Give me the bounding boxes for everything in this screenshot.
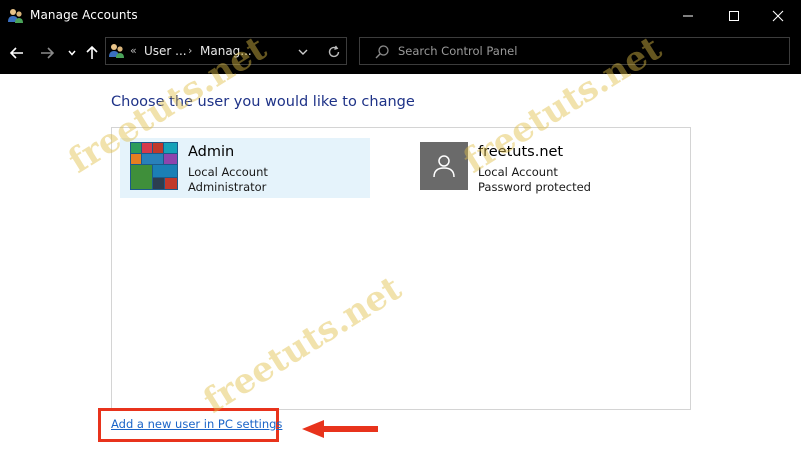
freetuts-account-picture	[420, 142, 468, 190]
minimize-icon	[683, 15, 693, 17]
account-role: Administrator	[188, 180, 267, 194]
page-heading: Choose the user you would like to change	[111, 94, 415, 110]
back-arrow-icon	[9, 47, 23, 59]
account-type: Local Account	[478, 165, 558, 179]
minimize-button[interactable]	[665, 0, 711, 32]
account-name: Admin	[188, 144, 235, 160]
account-status: Password protected	[478, 180, 591, 194]
breadcrumb-separator[interactable]: ›	[188, 44, 192, 57]
window-title: Manage Accounts	[30, 8, 138, 22]
search-icon	[375, 45, 389, 59]
back-button[interactable]	[8, 44, 26, 62]
title-bar: Manage Accounts	[0, 0, 801, 32]
breadcrumb-manage-accounts[interactable]: Manag...	[200, 44, 252, 58]
users-app-icon	[109, 44, 124, 58]
add-user-link[interactable]: Add a new user in PC settings	[111, 417, 282, 431]
users-app-icon	[8, 9, 23, 23]
chevron-down-icon[interactable]	[296, 45, 310, 59]
recent-locations-button[interactable]	[63, 44, 81, 62]
chevron-down-icon	[68, 50, 76, 56]
account-name: freetuts.net	[478, 144, 564, 160]
up-arrow-icon	[86, 45, 98, 59]
account-tile-admin[interactable]: Admin Local Account Administrator	[120, 138, 370, 198]
maximize-icon	[729, 11, 739, 21]
maximize-button[interactable]	[711, 0, 757, 32]
up-button[interactable]	[83, 44, 101, 62]
forward-button[interactable]	[38, 44, 56, 62]
account-tile-freetuts[interactable]: freetuts.net Local Account Password prot…	[420, 142, 680, 202]
close-icon	[772, 10, 784, 22]
forward-arrow-icon	[41, 47, 55, 59]
refresh-icon[interactable]	[326, 44, 342, 60]
account-type: Local Account	[188, 165, 268, 179]
user-avatar-icon	[433, 155, 455, 178]
admin-account-picture	[130, 142, 178, 190]
red-arrow-icon	[302, 420, 378, 438]
close-button[interactable]	[755, 0, 801, 32]
search-input[interactable]	[398, 41, 778, 61]
address-bar[interactable]: « User ... › Manag...	[105, 37, 347, 65]
search-box[interactable]	[359, 37, 790, 65]
breadcrumb-user-accounts[interactable]: User ...	[144, 44, 187, 58]
breadcrumb-overflow[interactable]: «	[130, 44, 137, 57]
